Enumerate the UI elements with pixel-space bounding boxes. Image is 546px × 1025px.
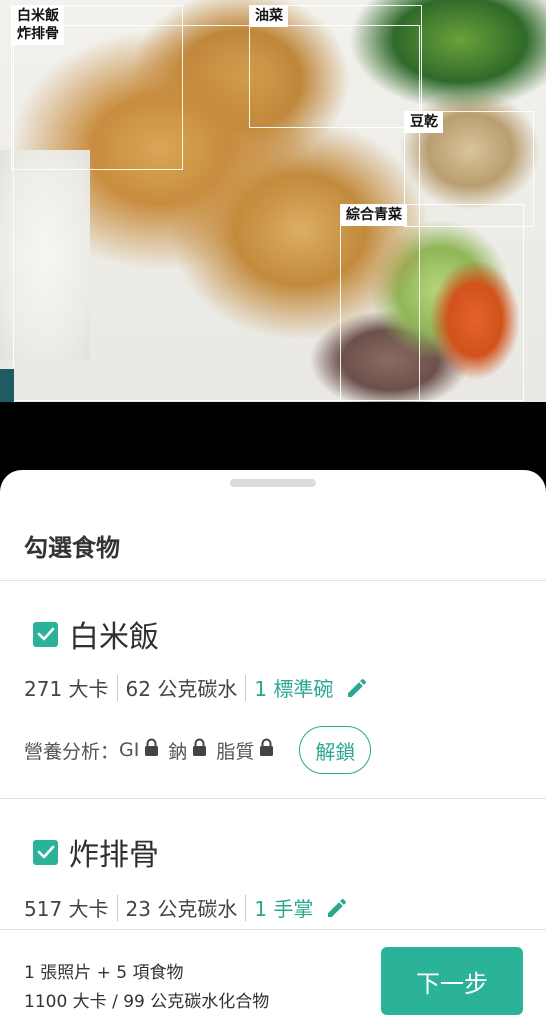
divider [0, 580, 546, 581]
check-icon [37, 627, 54, 641]
food-item-rice: 白米飯 [33, 612, 159, 656]
separator [245, 674, 247, 701]
edit-pencil-icon[interactable] [345, 676, 369, 700]
unlock-button[interactable]: 解鎖 [299, 726, 372, 774]
food-item-pork-chop: 炸排骨 [33, 830, 159, 874]
lock-icon [259, 738, 274, 762]
separator [116, 894, 118, 921]
next-step-button[interactable]: 下一步 [381, 947, 523, 1015]
nutrient-gi: GI [119, 739, 140, 761]
nutrition-analysis-row: 營養分析： GI 鈉 脂質 解鎖 [24, 726, 372, 774]
nutrient-sodium: 鈉 [168, 740, 188, 763]
separator [116, 674, 118, 701]
nutrition-label: 營養分析： [24, 740, 120, 763]
lock-icon [192, 738, 207, 762]
food-name-pork-chop: 炸排骨 [69, 838, 159, 873]
divider [0, 798, 546, 799]
bbox-mixed-veg[interactable]: 綜合青菜 [340, 204, 524, 401]
separator [245, 894, 247, 921]
food-photo[interactable]: 白米飯 炸排骨 油菜 豆乾 綜合青菜 [0, 0, 546, 402]
sheet-drag-handle[interactable] [230, 479, 316, 487]
checkbox-rice[interactable] [33, 621, 58, 647]
bbox-you-cai[interactable]: 油菜 [249, 5, 422, 128]
summary-footer: 1 張照片 + 5 項食物 1100 大卡 / 99 公克碳水化合物 下一步 [0, 929, 546, 1025]
calories-rice: 271 大卡 [24, 677, 109, 701]
carbs-rice: 62 公克碳水 [125, 677, 238, 701]
food-name-rice: 白米飯 [69, 620, 159, 655]
carbs-pork-chop: 23 公克碳水 [125, 897, 238, 921]
portion-pork-chop[interactable]: 1 手掌 [254, 893, 313, 922]
stats-row-pork-chop: 517 大卡 23 公克碳水 1 手掌 [24, 893, 349, 922]
portion-rice[interactable]: 1 標準碗 [254, 673, 333, 702]
photo-edge-strip [0, 369, 14, 402]
lock-icon [144, 738, 159, 762]
check-icon [37, 845, 54, 859]
bbox-label-dou-gan: 豆乾 [405, 112, 443, 133]
summary-line-photos: 1 張照片 + 5 項食物 [24, 963, 184, 983]
checkbox-pork-chop[interactable] [33, 839, 58, 865]
nutrient-fat: 脂質 [216, 740, 255, 763]
stats-row-rice: 271 大卡 62 公克碳水 1 標準碗 [24, 673, 369, 702]
edit-pencil-icon[interactable] [325, 896, 349, 920]
bbox-label-mixed-veg: 綜合青菜 [341, 205, 407, 226]
sheet-title: 勾選食物 [24, 534, 120, 562]
calories-pork-chop: 517 大卡 [24, 897, 109, 921]
summary-line-totals: 1100 大卡 / 99 公克碳水化合物 [24, 992, 270, 1012]
bbox-label-you-cai: 油菜 [250, 6, 288, 27]
